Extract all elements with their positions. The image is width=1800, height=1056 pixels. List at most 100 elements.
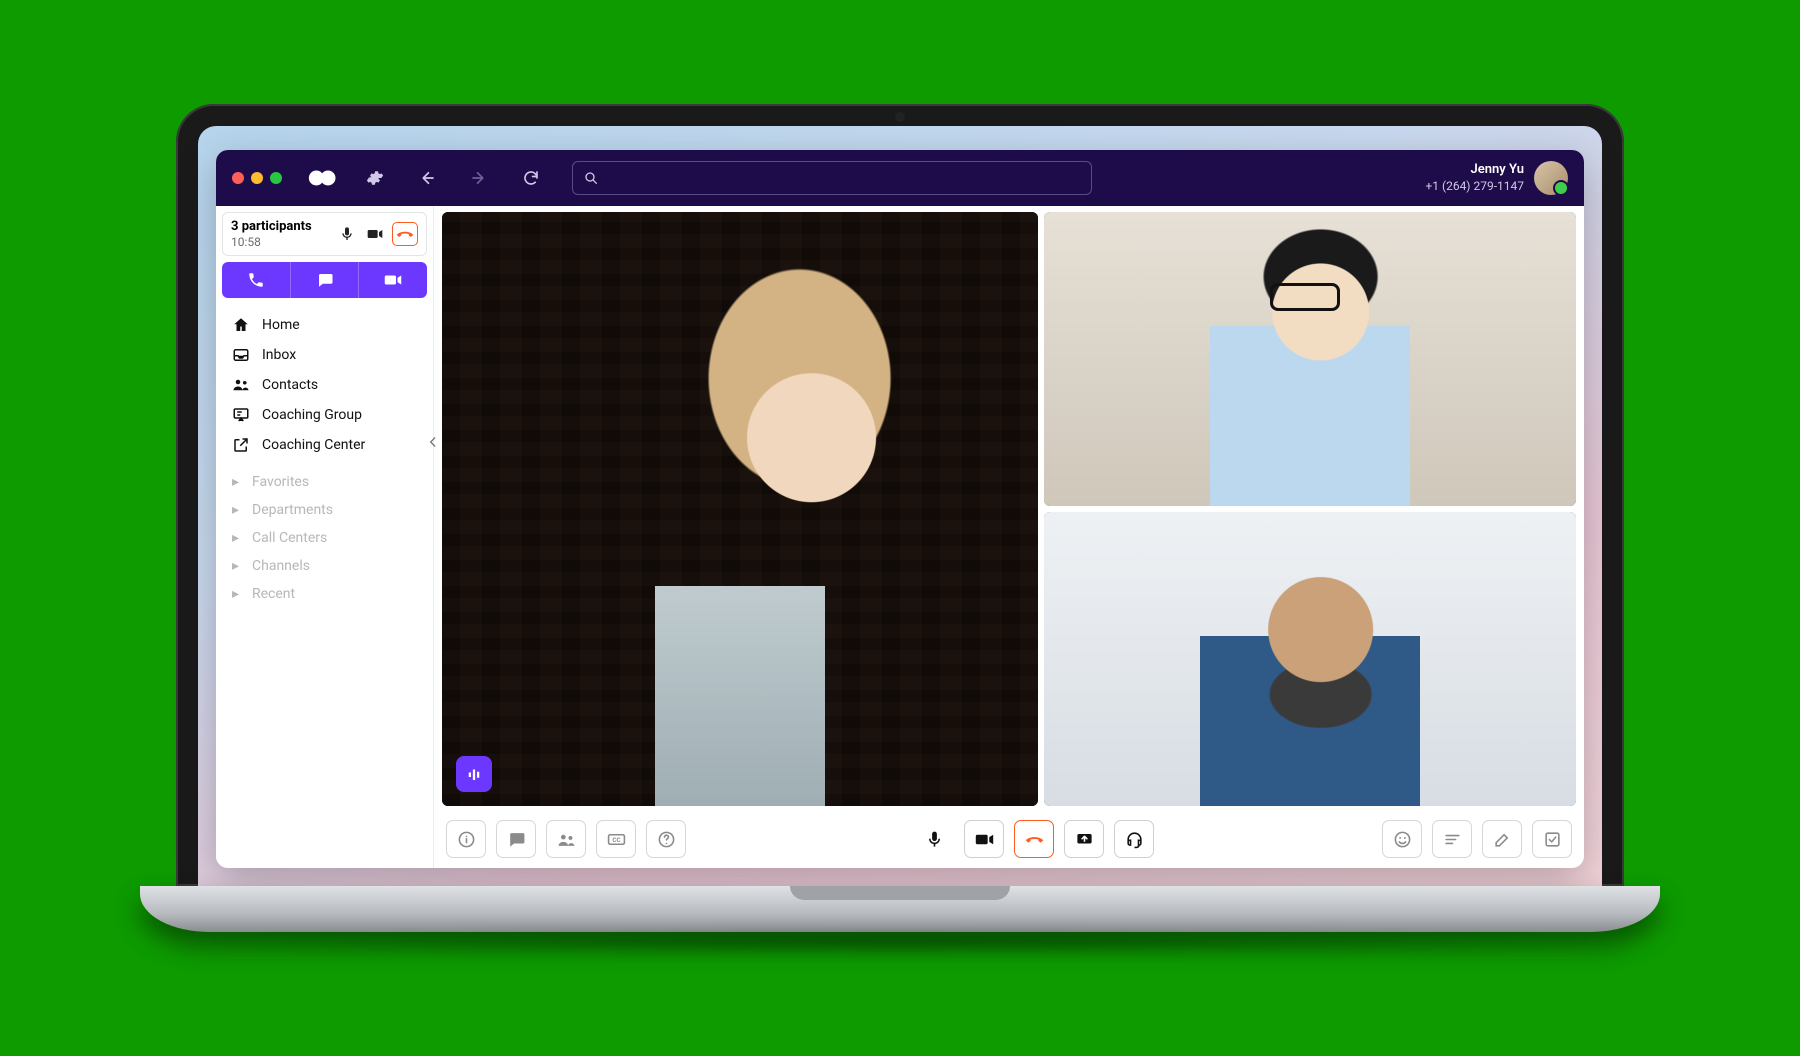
nav-back-button[interactable] xyxy=(410,161,444,195)
participants-icon xyxy=(557,830,576,849)
search-input[interactable] xyxy=(607,170,1081,186)
window-maximize-button[interactable] xyxy=(270,172,282,184)
controls-left-group xyxy=(446,820,686,858)
group-call-centers[interactable]: ▸Call Centers xyxy=(216,524,433,552)
laptop-screen: Jenny Yu +1 (264) 279-1147 3 participant… xyxy=(198,126,1602,886)
current-user[interactable]: Jenny Yu +1 (264) 279-1147 xyxy=(1425,161,1568,195)
main-area xyxy=(434,206,1584,868)
nav-coaching-group[interactable]: Coaching Group xyxy=(216,400,433,430)
laptop-screen-bezel: Jenny Yu +1 (264) 279-1147 3 participant… xyxy=(176,104,1624,886)
controls-center-group xyxy=(914,820,1154,858)
annotate-button[interactable] xyxy=(1482,820,1522,858)
mode-chat[interactable] xyxy=(291,262,360,298)
tasks-button[interactable] xyxy=(1532,820,1572,858)
mode-video[interactable] xyxy=(359,262,427,298)
nav-forward-button[interactable] xyxy=(462,161,496,195)
window-close-button[interactable] xyxy=(232,172,244,184)
mute-toggle[interactable] xyxy=(914,820,954,858)
home-icon xyxy=(232,316,250,334)
share-screen-icon xyxy=(1075,830,1094,849)
participant-video xyxy=(1044,512,1576,806)
brand-logo xyxy=(306,168,340,188)
nav-refresh-button[interactable] xyxy=(514,161,548,195)
participants-button[interactable] xyxy=(546,820,586,858)
audio-device-button[interactable] xyxy=(1114,820,1154,858)
nav-label: Contacts xyxy=(262,377,318,393)
whiteboard-icon xyxy=(232,406,250,424)
laptop-shadow xyxy=(220,932,1580,952)
sidebar: 3 participants 10:58 xyxy=(216,206,434,868)
search-bar[interactable] xyxy=(572,161,1092,195)
captions-button[interactable] xyxy=(596,820,636,858)
call-duration: 10:58 xyxy=(231,235,330,249)
user-name: Jenny Yu xyxy=(1425,162,1524,178)
nav-inbox[interactable]: Inbox xyxy=(216,340,433,370)
chat-panel-button[interactable] xyxy=(496,820,536,858)
user-phone: +1 (264) 279-1147 xyxy=(1425,179,1524,194)
group-channels[interactable]: ▸Channels xyxy=(216,552,433,580)
video-icon xyxy=(384,271,402,289)
info-button[interactable] xyxy=(446,820,486,858)
share-screen-button[interactable] xyxy=(1064,820,1104,858)
nav-home[interactable]: Home xyxy=(216,310,433,340)
settings-button[interactable] xyxy=(358,161,392,195)
search-icon xyxy=(583,170,599,186)
mic-icon xyxy=(925,830,944,849)
sidebar-collapse-button[interactable] xyxy=(423,426,443,458)
hangup-button-mini[interactable] xyxy=(392,222,418,246)
reactions-button[interactable] xyxy=(1382,820,1422,858)
controls-right-group xyxy=(1382,820,1572,858)
participants-count: 3 participants xyxy=(231,219,330,235)
laptop-frame: Jenny Yu +1 (264) 279-1147 3 participant… xyxy=(140,104,1660,952)
call-controls xyxy=(442,806,1576,860)
nav-coaching-center[interactable]: Coaching Center xyxy=(216,430,433,460)
info-icon xyxy=(457,830,476,849)
video-tile-3[interactable] xyxy=(1044,512,1576,806)
app-window: Jenny Yu +1 (264) 279-1147 3 participant… xyxy=(216,150,1584,868)
mode-phone[interactable] xyxy=(222,262,291,298)
mode-switcher xyxy=(222,262,427,298)
primary-nav: Home Inbox Contacts Coaching Group Coach… xyxy=(216,308,433,462)
video-toggle[interactable] xyxy=(964,820,1004,858)
headset-icon xyxy=(1125,830,1144,849)
group-label: Call Centers xyxy=(252,530,327,546)
active-call-strip: 3 participants 10:58 xyxy=(222,212,427,256)
nav-contacts[interactable]: Contacts xyxy=(216,370,433,400)
laptop-camera xyxy=(895,112,905,122)
contacts-icon xyxy=(232,376,250,394)
group-label: Channels xyxy=(252,558,310,574)
nav-label: Coaching Center xyxy=(262,437,365,453)
user-avatar xyxy=(1534,161,1568,195)
hangup-button[interactable] xyxy=(1014,820,1054,858)
task-icon xyxy=(1543,830,1562,849)
active-speaker-badge xyxy=(456,756,492,792)
chat-icon xyxy=(316,271,334,289)
chat-icon xyxy=(507,830,526,849)
group-recent[interactable]: ▸Recent xyxy=(216,580,433,608)
video-toggle-mini[interactable] xyxy=(364,223,386,245)
notes-button[interactable] xyxy=(1432,820,1472,858)
help-button[interactable] xyxy=(646,820,686,858)
window-minimize-button[interactable] xyxy=(251,172,263,184)
mute-toggle-mini[interactable] xyxy=(336,223,358,245)
inbox-icon xyxy=(232,346,250,364)
video-tile-1[interactable] xyxy=(442,212,1038,806)
group-label: Departments xyxy=(252,502,333,518)
help-icon xyxy=(657,830,676,849)
cc-icon xyxy=(607,830,626,849)
video-tile-2[interactable] xyxy=(1044,212,1576,506)
window-controls xyxy=(232,172,282,184)
laptop-base xyxy=(140,886,1660,932)
group-label: Favorites xyxy=(252,474,309,490)
group-label: Recent xyxy=(252,586,295,602)
group-favorites[interactable]: ▸Favorites xyxy=(216,468,433,496)
participant-video xyxy=(442,212,1038,806)
hangup-icon xyxy=(1025,830,1044,849)
nav-label: Inbox xyxy=(262,347,296,363)
video-grid xyxy=(442,212,1576,806)
group-departments[interactable]: ▸Departments xyxy=(216,496,433,524)
titlebar: Jenny Yu +1 (264) 279-1147 xyxy=(216,150,1584,206)
phone-icon xyxy=(247,271,265,289)
video-icon xyxy=(975,830,994,849)
participant-video xyxy=(1044,212,1576,506)
